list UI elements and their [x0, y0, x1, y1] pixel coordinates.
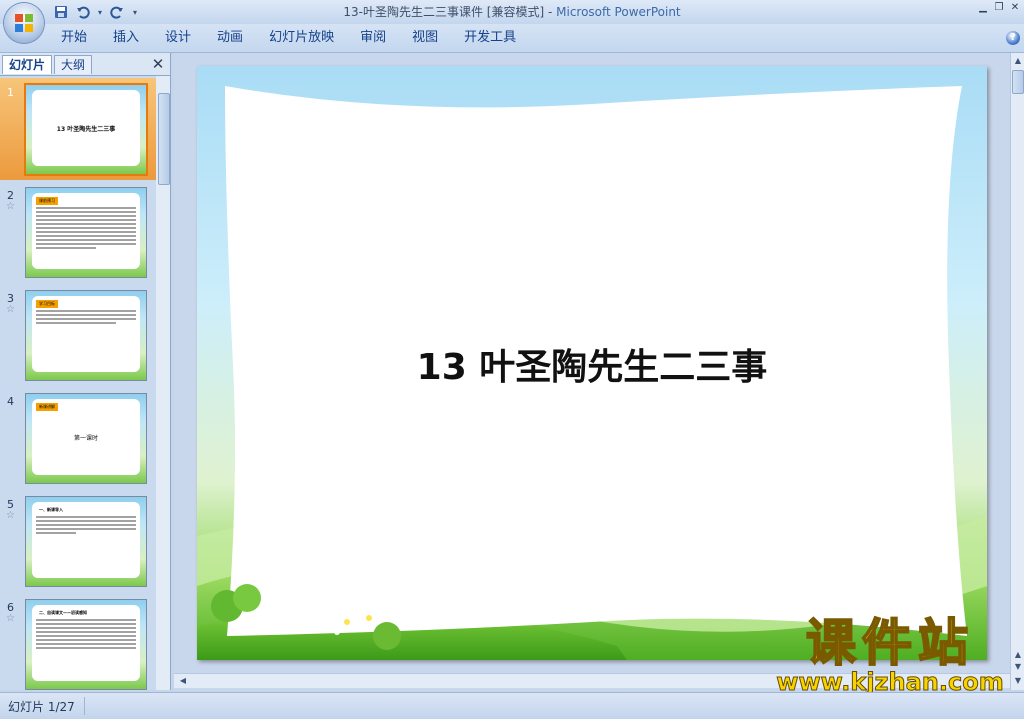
help-icon[interactable]: ? — [1006, 31, 1020, 45]
office-button[interactable] — [4, 3, 44, 43]
thumbnail-text-lines — [36, 619, 136, 651]
thumbnail-text-lines — [36, 310, 136, 326]
thumbnail-canvas: 新课讲解 第一课时 — [32, 399, 140, 475]
thumbnail-title: 13 叶圣陶先生二三事 — [56, 125, 116, 133]
thumbnail-text-lines — [36, 516, 136, 536]
slide-thumbnail[interactable]: 5 ☆ 一、新课导入 — [0, 490, 156, 592]
ribbon: 开始 插入 设计 动画 幻灯片放映 审阅 视图 开发工具 ? — [0, 24, 1024, 53]
animation-star-icon: ☆ — [6, 613, 15, 624]
pane-tabs: 幻灯片 大纲 ✕ — [0, 53, 170, 76]
status-bar: 幻灯片 1/27 — [0, 692, 1024, 719]
window-controls: ▁ ❐ ✕ — [976, 2, 1022, 14]
watermark-logo: 课件站 www.kjzhan.com — [770, 613, 1010, 697]
office-logo-icon — [15, 14, 33, 32]
watermark-chinese: 课件站 — [805, 613, 974, 673]
thumbnail-tag: 课前预习 — [36, 197, 58, 205]
thumbnail-tag: 学习目标 — [36, 300, 58, 308]
title-separator: - — [544, 5, 557, 19]
thumbnail-scrollbar-thumb[interactable] — [158, 93, 170, 185]
thumbnail-tag: 二、自读课文——初读感知 — [39, 610, 87, 615]
thumbnail-frame: 一、新课导入 — [25, 496, 147, 587]
redo-icon[interactable] — [108, 3, 126, 21]
previous-slide-icon[interactable]: ▲ — [1011, 649, 1024, 661]
thumbnail-canvas: 课前预习 — [32, 193, 140, 269]
undo-icon[interactable] — [74, 3, 92, 21]
thumbnail-title: 第一课时 — [73, 434, 98, 442]
slide-title[interactable]: 13 叶圣陶先生二三事 — [197, 338, 987, 390]
close-pane-icon[interactable]: ✕ — [150, 55, 166, 73]
thumbnail-canvas: 一、新课导入 — [32, 502, 140, 578]
vertical-scrollbar[interactable]: ▲ ▲ ▼ ▼ — [1010, 53, 1024, 690]
app-name: Microsoft PowerPoint — [556, 5, 681, 19]
thumbnail-frame: 学习目标 — [25, 290, 147, 381]
tab-slideshow[interactable]: 幻灯片放映 — [256, 24, 347, 52]
thumbnail-frame: 13 叶圣陶先生二三事 — [24, 83, 148, 176]
restore-icon[interactable]: ❐ — [992, 2, 1006, 14]
tab-review[interactable]: 审阅 — [347, 24, 399, 52]
document-title: 13-叶圣陶先生二三事课件 [兼容模式] — [343, 5, 545, 19]
slide-thumbnail[interactable]: 3 ☆ 学习目标 — [0, 284, 156, 386]
quick-access-toolbar: ▾ ▾ — [52, 3, 140, 21]
slides-pane: 幻灯片 大纲 ✕ 1 13 叶圣陶先生二三事 2 ☆ 课前预习 3 ☆ 学习目标… — [0, 53, 171, 690]
tab-view[interactable]: 视图 — [399, 24, 451, 52]
thumbnail-text-lines — [36, 207, 136, 251]
status-divider — [84, 697, 85, 715]
current-slide[interactable]: 13 叶圣陶先生二三事 — [197, 66, 987, 660]
undo-dropdown-icon[interactable]: ▾ — [96, 3, 104, 21]
slide-thumbnail[interactable]: 4 新课讲解 第一课时 — [0, 387, 156, 489]
tab-home[interactable]: 开始 — [48, 24, 100, 52]
slide-thumbnail[interactable]: 2 ☆ 课前预习 — [0, 181, 156, 283]
thumbnail-frame: 二、自读课文——初读感知 — [25, 599, 147, 690]
save-icon[interactable] — [52, 3, 70, 21]
thumbnail-number: 1 — [7, 86, 14, 99]
tab-design[interactable]: 设计 — [152, 24, 204, 52]
tab-slides[interactable]: 幻灯片 — [2, 55, 53, 74]
tab-developer[interactable]: 开发工具 — [451, 24, 529, 52]
slide-thumbnail[interactable]: 1 13 叶圣陶先生二三事 — [0, 78, 156, 180]
ribbon-tabs: 开始 插入 设计 动画 幻灯片放映 审阅 视图 开发工具 — [48, 24, 529, 52]
scroll-left-icon[interactable]: ◀ — [176, 675, 190, 687]
tab-outline[interactable]: 大纲 — [54, 55, 93, 74]
thumbnail-list: 1 13 叶圣陶先生二三事 2 ☆ 课前预习 3 ☆ 学习目标 4 新课讲解 第… — [0, 76, 156, 690]
tab-animations[interactable]: 动画 — [204, 24, 256, 52]
thumbnail-frame: 新课讲解 第一课时 — [25, 393, 147, 484]
thumbnail-canvas: 13 叶圣陶先生二三事 — [32, 90, 140, 166]
animation-star-icon: ☆ — [6, 201, 15, 212]
animation-star-icon: ☆ — [6, 304, 15, 315]
close-icon[interactable]: ✕ — [1008, 2, 1022, 14]
scroll-up-icon[interactable]: ▲ — [1011, 55, 1024, 67]
vertical-scrollbar-thumb[interactable] — [1012, 70, 1024, 94]
animation-star-icon: ☆ — [6, 510, 15, 521]
minimize-icon[interactable]: ▁ — [976, 2, 990, 14]
customize-toolbar-icon[interactable]: ▾ — [130, 3, 140, 21]
thumbnail-frame: 课前预习 — [25, 187, 147, 278]
tab-insert[interactable]: 插入 — [100, 24, 152, 52]
thumbnail-canvas: 学习目标 — [32, 296, 140, 372]
next-slide-icon[interactable]: ▼ — [1011, 661, 1024, 673]
thumbnail-tag: 一、新课导入 — [39, 507, 63, 512]
title-bar: 13-叶圣陶先生二三事课件 [兼容模式] - Microsoft PowerPo… — [0, 0, 1024, 24]
thumbnail-canvas: 二、自读课文——初读感知 — [32, 605, 140, 681]
slide-counter: 幻灯片 1/27 — [8, 700, 75, 714]
window-title: 13-叶圣陶先生二三事课件 [兼容模式] - Microsoft PowerPo… — [0, 0, 1024, 24]
scroll-down-icon[interactable]: ▼ — [1011, 675, 1024, 687]
thumbnail-number: 4 — [7, 395, 14, 408]
slide-thumbnail[interactable]: 6 ☆ 二、自读课文——初读感知 — [0, 593, 156, 690]
